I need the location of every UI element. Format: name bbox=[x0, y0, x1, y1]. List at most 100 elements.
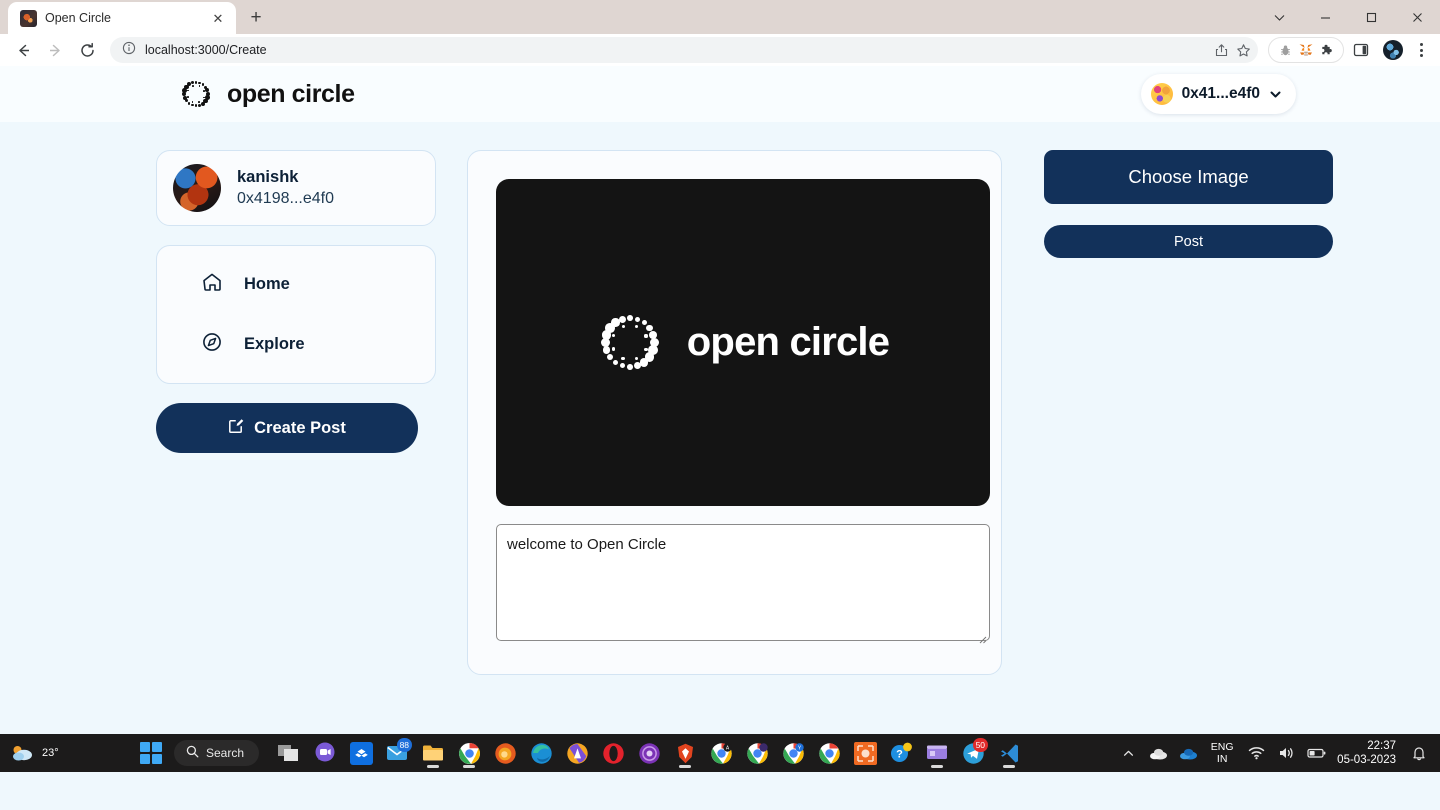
bug-extension-icon[interactable] bbox=[1276, 41, 1294, 59]
caption-input[interactable] bbox=[496, 524, 990, 641]
sidebar-item-label: Explore bbox=[244, 335, 305, 353]
taskbar-app-telegram[interactable]: 50 bbox=[957, 737, 989, 769]
open-circle-logo-icon bbox=[180, 78, 212, 110]
taskbar-app-chrome-profile-y[interactable]: Y bbox=[777, 737, 809, 769]
open-circle-logo-icon bbox=[597, 310, 663, 376]
browser-tab[interactable]: Open Circle ✕ bbox=[8, 2, 236, 34]
create-post-button[interactable]: Create Post bbox=[156, 403, 418, 453]
home-icon bbox=[201, 271, 223, 298]
edit-square-icon bbox=[228, 417, 245, 439]
metamask-fox-icon[interactable] bbox=[1297, 41, 1315, 59]
taskbar-app-edge[interactable] bbox=[525, 737, 557, 769]
region-code: IN bbox=[1216, 753, 1228, 765]
wifi-icon[interactable] bbox=[1243, 740, 1269, 766]
wallet-chip[interactable]: 0x41...e4f0 bbox=[1140, 74, 1296, 114]
clock-date: 05-03-2023 bbox=[1337, 754, 1396, 766]
sidebar-item-explore[interactable]: Explore bbox=[157, 322, 435, 367]
profile-avatar-icon[interactable] bbox=[1383, 40, 1403, 60]
taskbar-app-brave[interactable] bbox=[669, 737, 701, 769]
profile-card[interactable]: kanishk 0x4198...e4f0 bbox=[156, 150, 436, 226]
taskbar-clock[interactable]: 22:37 05-03-2023 bbox=[1333, 739, 1402, 768]
start-button[interactable] bbox=[140, 742, 162, 764]
taskbar-app-media[interactable] bbox=[921, 737, 953, 769]
taskbar-app-opera[interactable] bbox=[597, 737, 629, 769]
window-close-icon[interactable] bbox=[1394, 0, 1440, 34]
tab-favicon-icon bbox=[20, 9, 37, 27]
actions-column: Choose Image Post bbox=[1002, 150, 1440, 675]
nav-card: Home Explore bbox=[156, 245, 436, 384]
taskbar-app-chrome[interactable] bbox=[453, 737, 485, 769]
taskbar-app-orange[interactable] bbox=[849, 737, 881, 769]
taskbar-app-vs-code[interactable] bbox=[993, 737, 1025, 769]
language-indicator[interactable]: ENG IN bbox=[1205, 741, 1239, 765]
taskbar-app-chat[interactable] bbox=[309, 737, 341, 769]
caption-wrapper bbox=[496, 506, 990, 646]
avatar bbox=[173, 164, 221, 212]
taskbar-app-firefox[interactable] bbox=[489, 737, 521, 769]
taskbar-app-mail[interactable]: 88 bbox=[381, 737, 413, 769]
post-composer-column: open circle bbox=[436, 150, 1002, 675]
omnibox-actions bbox=[1212, 41, 1252, 59]
tab-title: Open Circle bbox=[45, 11, 111, 25]
image-preview[interactable]: open circle bbox=[496, 179, 990, 506]
wallet-address: 0x41...e4f0 bbox=[1181, 85, 1260, 102]
app-brand[interactable]: open circle bbox=[180, 78, 355, 110]
three-dot-menu-icon[interactable] bbox=[1410, 37, 1432, 63]
share-icon[interactable] bbox=[1212, 41, 1230, 59]
taskbar-app-task-view[interactable] bbox=[273, 737, 305, 769]
preview-brand-text: open circle bbox=[686, 320, 890, 364]
wallet-identicon-icon bbox=[1150, 83, 1173, 105]
choose-image-button[interactable]: Choose Image bbox=[1044, 150, 1333, 204]
taskbar-app-avast[interactable] bbox=[561, 737, 593, 769]
weather-widget[interactable]: 23° bbox=[0, 742, 140, 764]
chevron-down-icon[interactable] bbox=[1269, 88, 1282, 101]
badge-count: 50 bbox=[972, 738, 989, 752]
taskbar-search[interactable]: Search bbox=[174, 740, 260, 766]
extensions-puzzle-icon[interactable] bbox=[1318, 41, 1336, 59]
sidebar: kanishk 0x4198...e4f0 Home Explore Creat… bbox=[0, 150, 436, 675]
back-arrow-icon[interactable] bbox=[8, 36, 38, 64]
address-bar[interactable]: localhost:3000/Create bbox=[110, 37, 1258, 63]
battery-icon[interactable] bbox=[1303, 740, 1329, 766]
extensions-group bbox=[1268, 37, 1344, 63]
new-tab-button[interactable]: + bbox=[242, 4, 270, 32]
minimize-icon[interactable] bbox=[1302, 0, 1348, 34]
taskbar-app-file-explorer[interactable] bbox=[417, 737, 449, 769]
forward-arrow-icon[interactable] bbox=[40, 36, 70, 64]
taskbar-app-help[interactable]: ? bbox=[885, 737, 917, 769]
chevron-down-icon[interactable] bbox=[1256, 0, 1302, 34]
profile-text: kanishk 0x4198...e4f0 bbox=[237, 166, 334, 210]
side-panel-icon[interactable] bbox=[1346, 36, 1376, 64]
sidebar-item-home[interactable]: Home bbox=[157, 262, 435, 307]
show-hidden-icons-chevron-icon[interactable] bbox=[1115, 740, 1141, 766]
post-button[interactable]: Post bbox=[1044, 225, 1333, 258]
compass-icon bbox=[201, 331, 223, 358]
badge-count: 88 bbox=[396, 738, 413, 752]
browser-toolbar: localhost:3000/Create bbox=[0, 34, 1440, 66]
taskbar-apps: Search 88 A Y ? 50 bbox=[140, 737, 1115, 769]
taskbar-app-dropbox[interactable] bbox=[345, 737, 377, 769]
maximize-icon[interactable] bbox=[1348, 0, 1394, 34]
windows-taskbar: 23° Search 88 A Y ? 50 ENG IN 22:37 05-0… bbox=[0, 734, 1440, 772]
reload-icon[interactable] bbox=[72, 36, 102, 64]
site-info-icon[interactable] bbox=[122, 41, 136, 60]
app-viewport: open circle 0x41...e4f0 kanishk 0x4198..… bbox=[0, 66, 1440, 772]
onedrive-personal-icon[interactable] bbox=[1145, 740, 1171, 766]
app-header: open circle 0x41...e4f0 bbox=[0, 66, 1440, 122]
system-tray: ENG IN 22:37 05-03-2023 bbox=[1115, 739, 1440, 768]
bookmark-star-icon[interactable] bbox=[1234, 41, 1252, 59]
url-text: localhost:3000/Create bbox=[145, 43, 267, 57]
taskbar-app-chrome-profile-b[interactable] bbox=[741, 737, 773, 769]
close-icon[interactable]: ✕ bbox=[208, 8, 228, 28]
sidebar-item-label: Home bbox=[244, 275, 290, 293]
weather-temperature: 23° bbox=[42, 747, 59, 759]
volume-icon[interactable] bbox=[1273, 740, 1299, 766]
taskbar-app-chrome-profile-a[interactable]: A bbox=[705, 737, 737, 769]
taskbar-app-tor[interactable] bbox=[633, 737, 665, 769]
search-icon bbox=[186, 745, 199, 761]
profile-address: 0x4198...e4f0 bbox=[237, 190, 334, 208]
onedrive-work-icon[interactable] bbox=[1175, 740, 1201, 766]
notification-bell-icon[interactable] bbox=[1406, 740, 1432, 766]
taskbar-app-chrome-profile-o[interactable] bbox=[813, 737, 845, 769]
clock-time: 22:37 bbox=[1367, 739, 1396, 752]
